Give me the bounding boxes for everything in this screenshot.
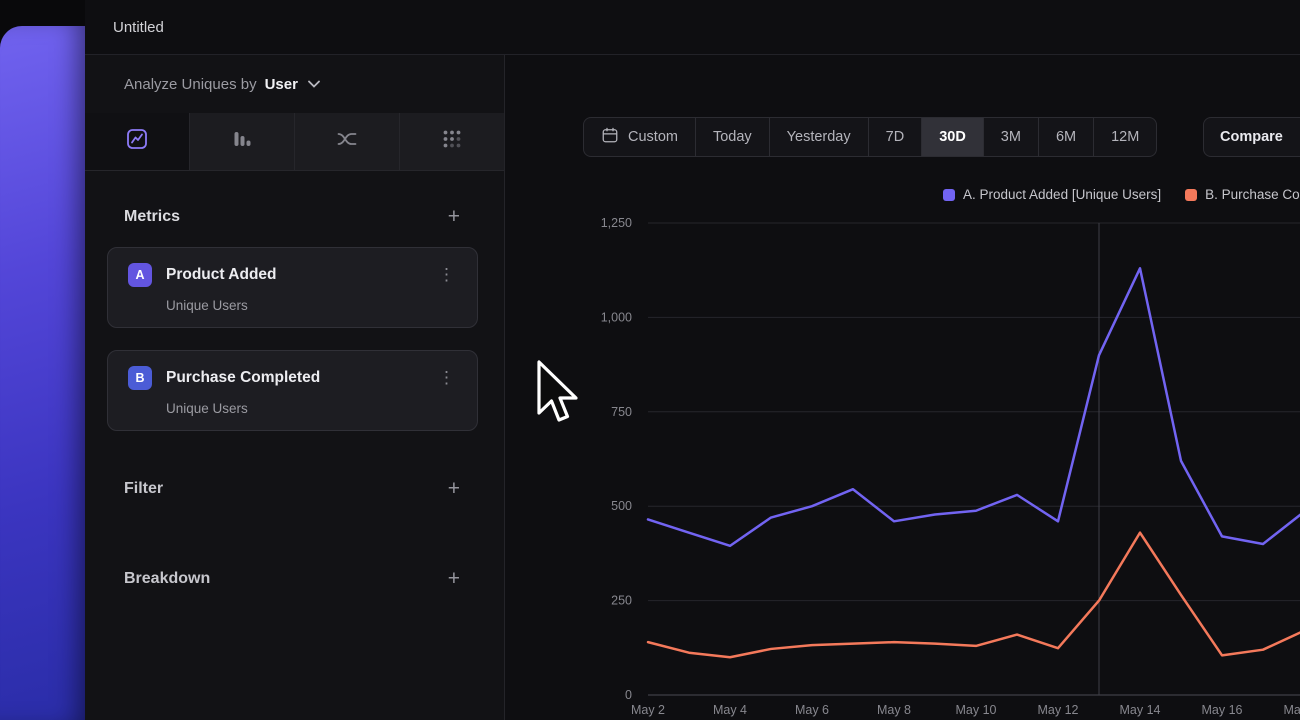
tab-funnels[interactable] xyxy=(190,113,295,170)
retention-grid-icon xyxy=(440,127,464,156)
svg-text:May 6: May 6 xyxy=(795,703,829,717)
svg-text:250: 250 xyxy=(611,594,632,608)
svg-text:0: 0 xyxy=(625,688,632,702)
metric-badge-a: A xyxy=(128,263,152,287)
metric-name-a[interactable]: Product Added xyxy=(166,266,422,284)
svg-text:May 16: May 16 xyxy=(1202,703,1243,717)
metric-aggregation-a[interactable]: Unique Users xyxy=(128,298,457,313)
metrics-section-header: Metrics + xyxy=(85,171,504,247)
metric-name-b[interactable]: Purchase Completed xyxy=(166,369,422,387)
metric-aggregation-b[interactable]: Unique Users xyxy=(128,401,457,416)
breakdown-section-header: Breakdown + xyxy=(85,567,504,591)
insights-chart-icon xyxy=(125,127,149,156)
report-title[interactable]: Untitled xyxy=(113,19,164,36)
metric-badge-b: B xyxy=(128,366,152,390)
tab-retention[interactable] xyxy=(400,113,504,170)
left-accent-strip xyxy=(0,0,85,720)
breakdown-title: Breakdown xyxy=(124,570,210,588)
metric-card-b[interactable]: B Purchase Completed ⋮ Unique Users xyxy=(107,350,478,431)
metric-card-a[interactable]: A Product Added ⋮ Unique Users xyxy=(107,247,478,328)
svg-text:750: 750 xyxy=(611,405,632,419)
funnel-bars-icon xyxy=(230,127,254,156)
svg-text:May 4: May 4 xyxy=(713,703,747,717)
metric-options-kebab-icon[interactable]: ⋮ xyxy=(436,265,457,285)
chevron-down-icon[interactable] xyxy=(308,80,320,88)
svg-text:May 12: May 12 xyxy=(1038,703,1079,717)
svg-text:May 10: May 10 xyxy=(956,703,997,717)
svg-text:1,250: 1,250 xyxy=(601,216,632,230)
add-breakdown-button[interactable]: + xyxy=(448,569,460,589)
chart-panel: Custom Today Yesterday 7D 30D 3M 6M 12M … xyxy=(505,55,1300,720)
svg-text:May 2: May 2 xyxy=(631,703,665,717)
svg-text:May 18: May 18 xyxy=(1284,703,1300,717)
tab-insights[interactable] xyxy=(85,113,190,170)
svg-text:500: 500 xyxy=(611,499,632,513)
svg-text:May 8: May 8 xyxy=(877,703,911,717)
left-accent-panel xyxy=(0,26,85,720)
report-type-tabs xyxy=(85,113,504,171)
analyze-by-label: Analyze Uniques by xyxy=(124,76,257,93)
filter-section-header: Filter + xyxy=(85,477,504,501)
add-filter-button[interactable]: + xyxy=(448,479,460,499)
filter-title: Filter xyxy=(124,480,163,498)
flows-lines-icon xyxy=(335,127,359,156)
add-metric-button[interactable]: + xyxy=(448,207,460,227)
metrics-title: Metrics xyxy=(124,208,180,226)
analyze-by-value[interactable]: User xyxy=(265,76,298,93)
query-sidebar: Analyze Uniques by User xyxy=(85,55,505,720)
analyze-by-row: Analyze Uniques by User xyxy=(85,55,504,113)
top-bar: Untitled xyxy=(85,0,1300,55)
metric-options-kebab-icon[interactable]: ⋮ xyxy=(436,368,457,388)
line-chart[interactable]: 0 250 500 750 1,000 1,250 May 2 May 4 May 6 May 8… xyxy=(505,55,1300,720)
tab-flows[interactable] xyxy=(295,113,400,170)
svg-text:May 14: May 14 xyxy=(1120,703,1161,717)
svg-text:1,000: 1,000 xyxy=(601,310,632,324)
